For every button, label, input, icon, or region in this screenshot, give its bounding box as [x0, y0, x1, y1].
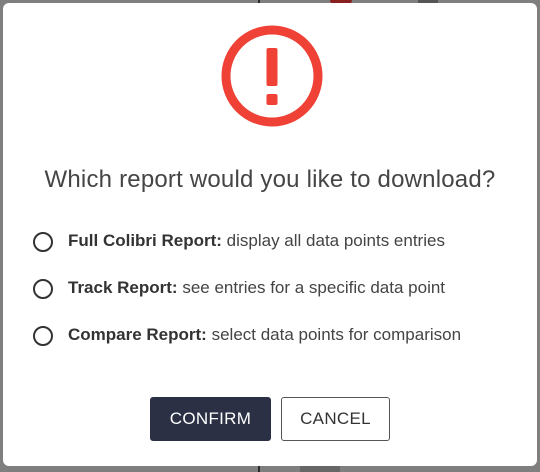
radio-button[interactable] — [33, 279, 53, 299]
option-compare-report[interactable]: Compare Report: select data points for c… — [33, 325, 461, 372]
option-label: Full Colibri Report: — [68, 231, 222, 250]
option-label: Track Report: — [68, 278, 178, 297]
report-options: Full Colibri Report: display all data po… — [33, 231, 461, 372]
exclamation-circle-icon — [221, 25, 323, 127]
radio-button[interactable] — [33, 326, 53, 346]
background-element — [300, 466, 340, 472]
option-text: Track Report: see entries for a specific… — [68, 278, 445, 298]
cancel-button[interactable]: CANCEL — [281, 397, 390, 441]
option-text: Full Colibri Report: display all data po… — [68, 231, 445, 251]
option-description: see entries for a specific data point — [177, 278, 446, 297]
option-track-report[interactable]: Track Report: see entries for a specific… — [33, 278, 461, 325]
option-description: select data points for comparison — [206, 325, 462, 344]
radio-button[interactable] — [33, 232, 53, 252]
option-description: display all data points entries — [221, 231, 445, 250]
option-full-colibri-report[interactable]: Full Colibri Report: display all data po… — [33, 231, 461, 278]
option-text: Compare Report: select data points for c… — [68, 325, 461, 345]
download-report-dialog: Which report would you like to download?… — [3, 3, 537, 466]
confirm-button[interactable]: CONFIRM — [150, 397, 271, 441]
dialog-title: Which report would you like to download? — [44, 166, 496, 193]
option-label: Compare Report: — [68, 325, 207, 344]
